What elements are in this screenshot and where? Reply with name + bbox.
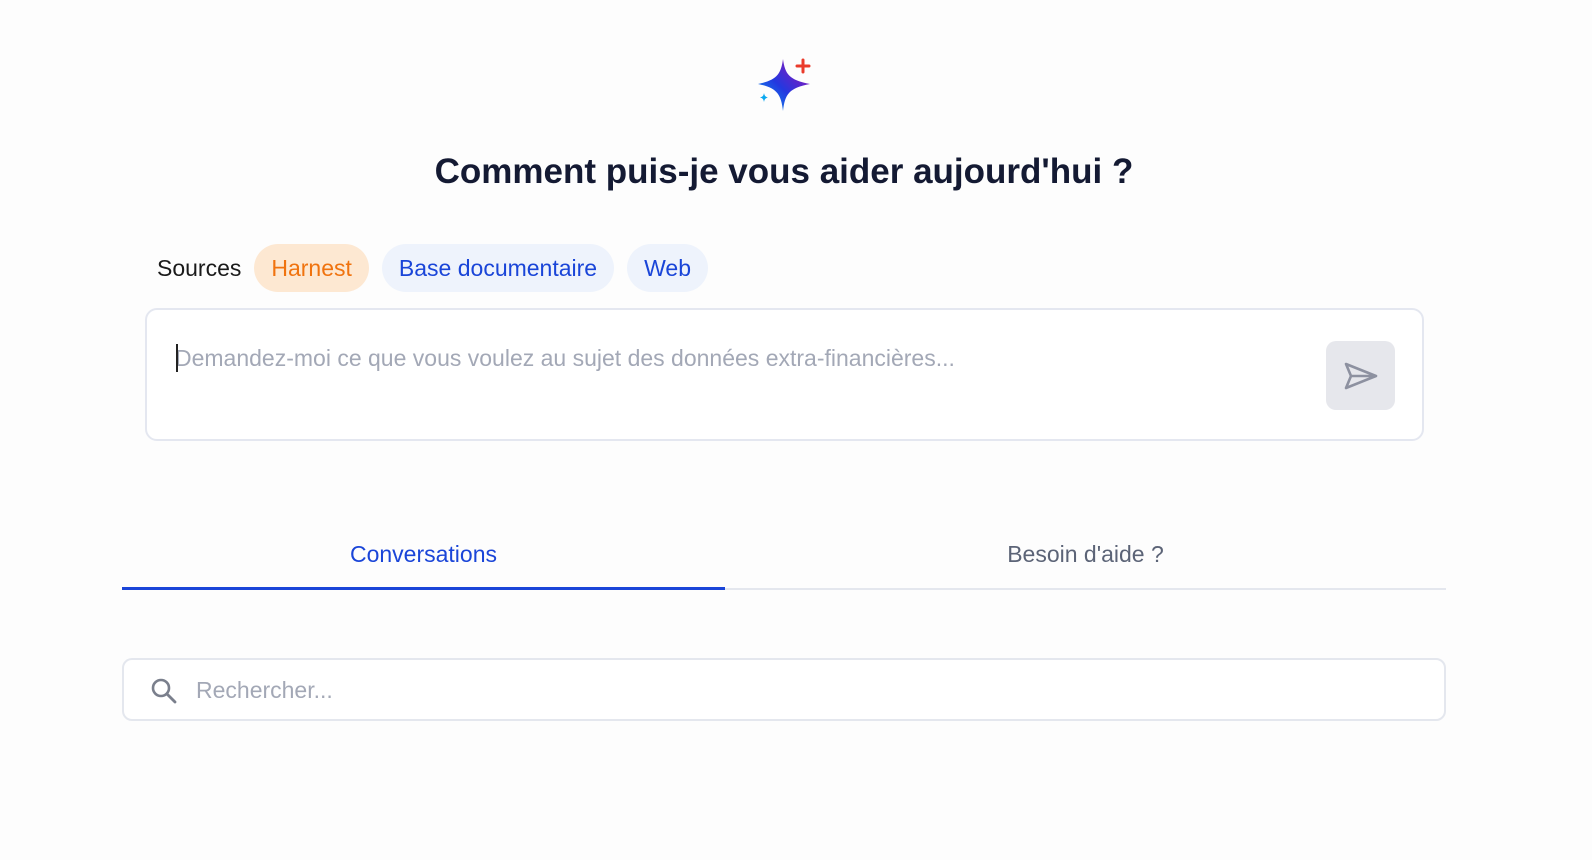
sparkle-icon: [758, 58, 811, 111]
prompt-box: [145, 308, 1424, 441]
sources-label: Sources: [157, 254, 242, 281]
tab-besoin-aide[interactable]: Besoin d'aide ?: [725, 520, 1446, 588]
search-icon: [151, 678, 177, 704]
page-title: Comment puis-je vous aider aujourd'hui ?: [434, 152, 1134, 191]
source-chip-base-documentaire[interactable]: Base documentaire: [381, 244, 615, 292]
text-cursor: [176, 344, 178, 372]
assistant-home-page: Comment puis-je vous aider aujourd'hui ?…: [0, 0, 1592, 860]
source-chip-web[interactable]: Web: [627, 244, 708, 292]
send-button[interactable]: [1326, 341, 1395, 410]
prompt-input[interactable]: [175, 340, 1295, 376]
tab-bar: Conversations Besoin d'aide ?: [122, 520, 1446, 590]
search-box: [122, 658, 1446, 721]
sources-bar: Sources Harnest Base documentaire Web: [157, 244, 721, 292]
source-chip-harnest[interactable]: Harnest: [254, 244, 369, 292]
tab-conversations[interactable]: Conversations: [122, 520, 725, 590]
send-icon: [1344, 362, 1377, 389]
search-input[interactable]: [196, 672, 1396, 708]
